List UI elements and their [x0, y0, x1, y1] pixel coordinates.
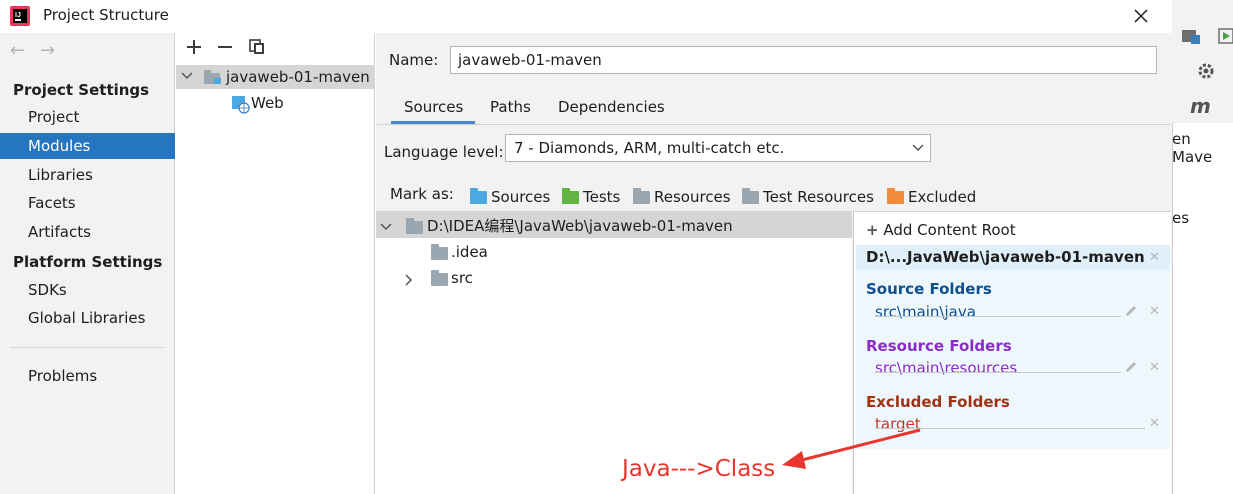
add-content-root-button[interactable]: + Add Content Root [866, 221, 1016, 239]
maven-icon[interactable]: m [1190, 94, 1211, 118]
annotation-arrow-icon [782, 428, 921, 469]
tab-paths[interactable]: Paths [490, 98, 531, 116]
remove-source-folder-icon[interactable]: ✕ [1149, 304, 1160, 319]
window-title: Project Structure [43, 6, 169, 24]
resources-folder-icon [633, 187, 650, 204]
facet-web[interactable]: Web [251, 92, 284, 114]
mark-tests-button[interactable]: Tests [562, 187, 620, 207]
module-folder-icon [204, 70, 222, 89]
sidebar-divider [10, 347, 165, 348]
mark-tests-label: Tests [583, 188, 621, 206]
name-field[interactable]: javaweb-01-maven [450, 46, 1157, 74]
resource-folders-title: Resource Folders [866, 337, 1012, 355]
intellij-logo-icon: IJ [10, 6, 30, 26]
chevron-down-icon [912, 135, 924, 161]
language-level-label: Language level: [384, 143, 504, 161]
gear-icon[interactable] [1197, 62, 1215, 80]
close-icon [1134, 9, 1148, 23]
title-bar [0, 0, 1172, 33]
excluded-folders-title: Excluded Folders [866, 393, 1010, 411]
mark-sources-label: Sources [491, 188, 551, 206]
svg-text:IJ: IJ [15, 12, 21, 19]
tabs-divider [377, 124, 1170, 125]
sidebar-item-problems[interactable]: Problems [0, 363, 175, 389]
sidebar-item-artifacts[interactable]: Artifacts [0, 219, 175, 245]
project-structure-icon[interactable] [1182, 28, 1202, 46]
module-name: javaweb-01-maven [226, 68, 370, 86]
source-folder-item: src\main\java [875, 303, 976, 321]
web-facet-icon [232, 96, 250, 118]
content-root-path-label: D:\...JavaWeb\javaweb-01-maven [866, 248, 1145, 266]
tree-item-src[interactable]: src [451, 267, 473, 289]
background-text: en Mave [1172, 130, 1213, 166]
chevron-down-icon[interactable] [181, 68, 193, 86]
mark-resources-label: Resources [654, 188, 731, 206]
chevron-down-icon[interactable] [380, 219, 392, 237]
forward-arrow-icon[interactable]: → [40, 40, 55, 61]
mark-test-resources-button[interactable]: Test Resources [742, 187, 874, 207]
sidebar-item-global-libraries[interactable]: Global Libraries [0, 305, 175, 331]
language-level-value: 7 - Diamonds, ARM, multi-catch etc. [514, 139, 785, 157]
test-resources-folder-icon [742, 187, 759, 204]
sidebar-item-sdks[interactable]: SDKs [0, 277, 175, 303]
mark-resources-button[interactable]: Resources [633, 187, 731, 207]
folder-icon [431, 244, 448, 264]
name-value: javaweb-01-maven [458, 51, 602, 69]
divider [875, 372, 1121, 373]
language-level-select[interactable]: 7 - Diamonds, ARM, multi-catch etc. [505, 134, 931, 162]
close-button[interactable] [1126, 2, 1156, 30]
sources-folder-icon [470, 187, 487, 204]
folder-icon [406, 218, 423, 238]
run-icon[interactable] [1218, 28, 1233, 46]
add-content-root-label: Add Content Root [883, 221, 1016, 239]
edit-pencil-icon[interactable] [1124, 304, 1138, 318]
background-text: es [1172, 209, 1190, 227]
sidebar-item-project[interactable]: Project [0, 104, 175, 130]
platform-settings-header: Platform Settings [13, 253, 163, 271]
chevron-right-icon[interactable] [404, 272, 414, 290]
tests-folder-icon [562, 187, 579, 204]
sidebar-item-libraries[interactable]: Libraries [0, 162, 175, 188]
edit-pencil-icon[interactable] [1124, 360, 1138, 374]
sidebar-item-modules[interactable]: Modules [0, 133, 175, 159]
remove-content-root-icon[interactable]: ✕ [1149, 250, 1160, 265]
annotation-text: Java--->Class [622, 456, 776, 482]
folder-icon [431, 270, 448, 290]
resource-folder-item: src\main\resources [875, 359, 1018, 377]
add-icon[interactable] [185, 38, 203, 56]
remove-excluded-folder-icon[interactable]: ✕ [1149, 416, 1160, 431]
mark-test-resources-label: Test Resources [763, 188, 874, 206]
content-root-path: D:\IDEA编程\JavaWeb\javaweb-01-maven [427, 217, 733, 235]
copy-icon[interactable] [248, 38, 266, 56]
tab-dependencies[interactable]: Dependencies [558, 98, 665, 116]
remove-icon[interactable] [216, 38, 234, 56]
divider [875, 316, 1121, 317]
mark-sources-button[interactable]: Sources [470, 187, 550, 207]
tab-sources[interactable]: Sources [404, 98, 463, 116]
remove-resource-folder-icon[interactable]: ✕ [1149, 360, 1160, 375]
excluded-folder-icon [887, 187, 904, 204]
mark-excluded-button[interactable]: Excluded [887, 187, 976, 207]
back-arrow-icon[interactable]: ← [10, 40, 25, 61]
project-settings-header: Project Settings [13, 81, 150, 99]
mark-as-label: Mark as: [390, 185, 454, 203]
mark-excluded-label: Excluded [908, 188, 977, 206]
source-folders-title: Source Folders [866, 280, 992, 298]
name-label: Name: [389, 51, 439, 69]
add-icon: + [866, 221, 879, 239]
sidebar-item-facets[interactable]: Facets [0, 190, 175, 216]
tree-item-idea[interactable]: .idea [451, 241, 488, 263]
